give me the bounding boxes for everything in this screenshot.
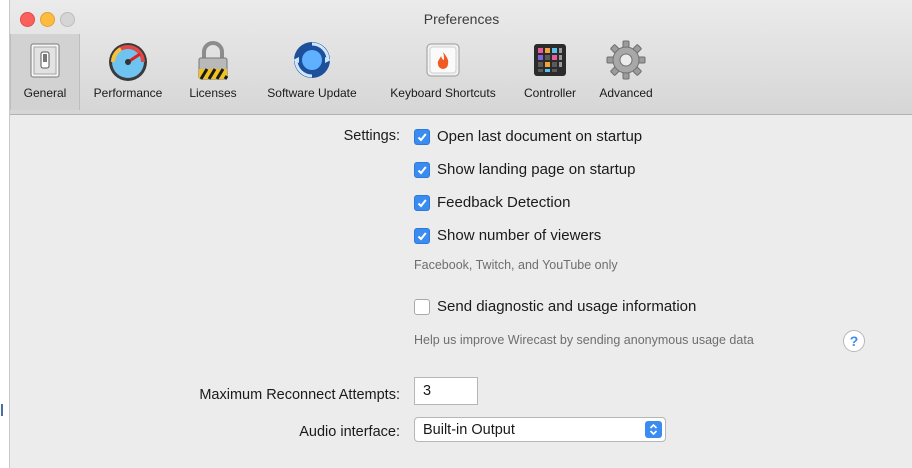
- open-last-document-checkbox[interactable]: Open last document on startup: [414, 128, 642, 145]
- checkbox-label: Send diagnostic and usage information: [437, 298, 697, 315]
- background-window-edge: [1, 404, 3, 416]
- switch-icon: [23, 38, 67, 82]
- padlock-icon: [191, 38, 235, 82]
- chevron-up-down-icon: [645, 421, 662, 438]
- help-button[interactable]: ?: [843, 330, 865, 352]
- tab-controller[interactable]: Controller: [515, 34, 585, 110]
- checkbox-label: Feedback Detection: [437, 194, 571, 211]
- gear-icon: [604, 38, 648, 82]
- tab-label: Controller: [523, 86, 577, 100]
- checkbox-label: Show landing page on startup: [437, 161, 636, 178]
- refresh-icon: [290, 38, 334, 82]
- window-title: Preferences: [423, 11, 500, 27]
- viewers-hint: Facebook, Twitch, and YouTube only: [414, 258, 618, 272]
- feedback-detection-checkbox[interactable]: Feedback Detection: [414, 194, 570, 211]
- checkbox-checked[interactable]: [414, 161, 430, 178]
- tab-licenses[interactable]: Licenses: [181, 34, 245, 110]
- checkbox-label: Open last document on startup: [437, 128, 643, 145]
- diagnostic-hint: Help us improve Wirecast by sending anon…: [414, 333, 754, 347]
- reconnect-attempts-field[interactable]: 3: [414, 377, 478, 405]
- checkbox-label: Show number of viewers: [437, 227, 602, 244]
- tab-performance[interactable]: Performance: [82, 34, 174, 110]
- general-pane: Settings: Open last document on startup …: [10, 115, 912, 468]
- tab-label: Keyboard Shortcuts: [390, 86, 496, 100]
- send-diagnostic-checkbox[interactable]: Send diagnostic and usage information: [414, 298, 696, 315]
- flame-icon: [421, 38, 465, 82]
- tab-label: Licenses: [189, 86, 237, 100]
- checkbox-checked[interactable]: [414, 227, 430, 244]
- tab-software-update[interactable]: Software Update: [252, 34, 372, 110]
- tab-general[interactable]: General: [10, 34, 80, 110]
- title-bar: Preferences General Performance Licenses…: [10, 0, 912, 115]
- tab-label: General: [23, 86, 67, 100]
- checkbox-checked[interactable]: [414, 128, 430, 145]
- show-number-of-viewers-checkbox[interactable]: Show number of viewers: [414, 227, 601, 244]
- audio-interface-select[interactable]: Built-in Output: [414, 417, 666, 442]
- checkbox-checked[interactable]: [414, 194, 430, 211]
- tab-keyboard-shortcuts[interactable]: Keyboard Shortcuts: [378, 34, 508, 110]
- audio-interface-label: Audio interface:: [299, 424, 400, 440]
- show-landing-page-checkbox[interactable]: Show landing page on startup: [414, 161, 635, 178]
- launchpad-icon: [528, 38, 572, 82]
- reconnect-label: Maximum Reconnect Attempts:: [199, 387, 400, 403]
- settings-label: Settings:: [343, 128, 400, 144]
- preferences-window: Preferences General Performance Licenses…: [9, 0, 912, 468]
- tab-label: Performance: [93, 86, 163, 100]
- gauge-icon: [106, 38, 150, 82]
- audio-interface-value: Built-in Output: [423, 422, 515, 438]
- tab-label: Software Update: [267, 86, 357, 100]
- tab-advanced[interactable]: Advanced: [590, 34, 662, 110]
- checkbox-unchecked[interactable]: [414, 298, 430, 315]
- tab-label: Advanced: [599, 86, 653, 100]
